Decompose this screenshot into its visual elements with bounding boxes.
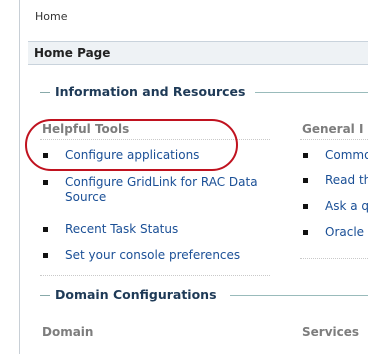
section-title: Information and Resources bbox=[55, 84, 246, 99]
bullet-icon bbox=[303, 153, 308, 158]
general-info-rule bbox=[300, 139, 368, 141]
section-rule bbox=[255, 92, 368, 93]
bullet-icon bbox=[43, 180, 48, 185]
section-domain-configurations[interactable]: Domain Configurations bbox=[40, 287, 368, 303]
section-information-resources[interactable]: Information and Resources bbox=[40, 84, 368, 100]
helpful-tools-bottom-rule bbox=[40, 275, 270, 277]
bullet-icon bbox=[303, 230, 308, 235]
breadcrumb[interactable]: Home bbox=[35, 10, 67, 23]
section-dash bbox=[40, 92, 50, 93]
bullet-icon bbox=[303, 204, 308, 209]
domain-column-heading: Domain bbox=[42, 325, 94, 339]
section-dash bbox=[40, 295, 50, 296]
general-info-heading: General I bbox=[302, 122, 364, 136]
annotation-oval bbox=[25, 119, 238, 171]
bullet-icon bbox=[43, 227, 48, 232]
section-rule bbox=[230, 295, 368, 296]
general-info-bottom-rule bbox=[300, 258, 368, 260]
bullet-icon bbox=[43, 253, 48, 258]
left-border bbox=[19, 0, 20, 354]
section-title: Domain Configurations bbox=[55, 287, 217, 302]
bullet-icon bbox=[303, 178, 308, 183]
page-title: Home Page bbox=[34, 46, 111, 60]
services-column-heading: Services bbox=[302, 325, 360, 339]
